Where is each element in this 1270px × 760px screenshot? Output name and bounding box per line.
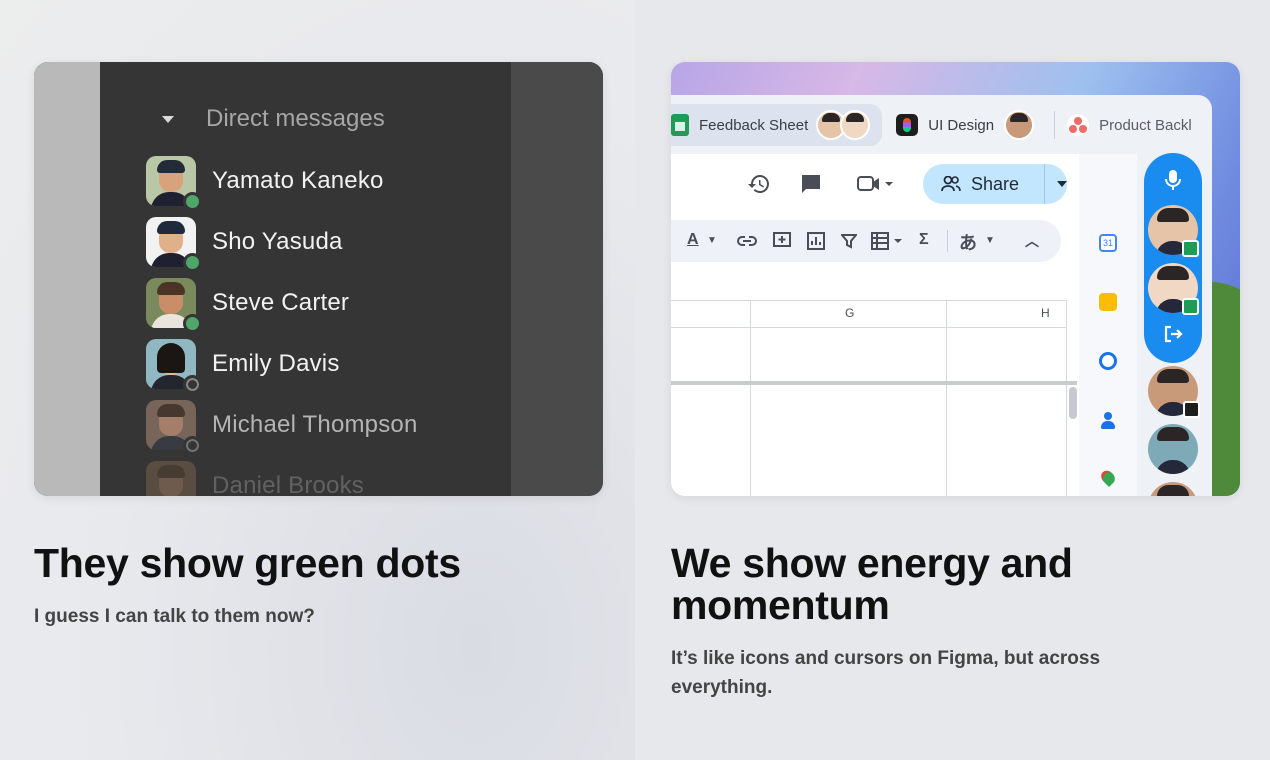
google-sheets-icon [671, 114, 689, 136]
keep-icon[interactable] [1099, 293, 1117, 311]
right-headline: We show energy and momentum [671, 540, 1073, 628]
collapse-toolbar-icon[interactable]: ︿ [1025, 231, 1039, 251]
caret-down-icon[interactable] [162, 115, 174, 123]
presence-bar [1144, 153, 1202, 363]
tab-product-backlog[interactable]: Product Backl [1063, 104, 1204, 146]
table-icon[interactable] [871, 232, 903, 250]
history-icon[interactable] [747, 172, 771, 196]
maps-icon[interactable] [1098, 467, 1118, 488]
column-g-label[interactable]: G [845, 306, 854, 320]
browser-window: Feedback Sheet UI Design Product Backl S… [671, 95, 1212, 496]
video-call-icon[interactable] [857, 174, 895, 194]
contact-name: Daniel Brooks [212, 471, 365, 497]
figma-badge-icon [1183, 401, 1200, 418]
contact-name: Michael Thompson [212, 410, 418, 438]
column-divider [1066, 300, 1067, 496]
direct-messages-header[interactable]: Direct messages [162, 104, 385, 134]
column-h-label[interactable]: H [1041, 306, 1050, 320]
functions-button[interactable]: Σ [919, 231, 929, 249]
comment-icon[interactable] [799, 172, 823, 196]
formatting-toolbar: A ▼ Σ あ ▼ ︿ [671, 220, 1061, 262]
dm-item-emily-davis[interactable]: Emily Davis [146, 333, 418, 394]
dm-item-michael-thompson[interactable]: Michael Thompson [146, 394, 418, 455]
left-gutter [34, 62, 100, 496]
avatar [146, 399, 202, 455]
spreadsheet-document: Share A ▼ Σ あ ▼ ︿ G H 31 [671, 154, 1137, 496]
asana-icon [1067, 114, 1090, 136]
contact-name: Steve Carter [212, 288, 350, 316]
tab-feedback-sheet[interactable]: Feedback Sheet [671, 104, 883, 146]
tab-label: UI Design [928, 116, 995, 134]
contacts-icon[interactable] [1099, 411, 1117, 429]
add-comment-icon[interactable] [773, 232, 791, 250]
input-tools-button[interactable]: あ [959, 229, 977, 255]
google-sheets-card: Feedback Sheet UI Design Product Backl S… [671, 62, 1240, 496]
column-divider [946, 300, 947, 496]
link-icon[interactable] [737, 234, 757, 248]
direct-messages-title: Direct messages [206, 105, 385, 132]
avatar [146, 216, 202, 272]
google-sheets-badge-icon [1182, 298, 1199, 315]
input-tools-caret-icon[interactable]: ▼ [985, 235, 995, 246]
tab-label: Feedback Sheet [699, 116, 809, 134]
offline-status-dot [183, 435, 202, 455]
right-subtext: It’s like icons and cursors on Figma, bu… [671, 648, 1101, 698]
right-gutter [511, 62, 603, 496]
contact-name: Sho Yasuda [212, 227, 343, 255]
text-color-button[interactable]: A [687, 231, 699, 249]
microphone-icon[interactable] [1164, 169, 1182, 191]
avatar-image [146, 460, 196, 496]
contact-name: Emily Davis [212, 349, 340, 377]
leave-icon[interactable] [1163, 325, 1183, 343]
tab-bar: Feedback Sheet UI Design Product Backl [671, 104, 1204, 146]
presence-avatar[interactable] [1148, 424, 1198, 474]
share-main[interactable]: Share [923, 164, 1045, 204]
dm-item-sho-yasuda[interactable]: Sho Yasuda [146, 211, 418, 272]
side-panel-rail: 31 [1079, 154, 1137, 496]
online-status-dot [183, 252, 202, 272]
online-status-dot [183, 313, 202, 333]
online-status-dot [183, 191, 202, 211]
left-headline: They show green dots [34, 540, 461, 586]
dm-list: Yamato Kaneko Sho Yasuda Steve Carter Em… [146, 150, 418, 496]
people-icon [941, 176, 961, 192]
avatar [146, 155, 202, 211]
tab-label: Product Backl [1099, 116, 1192, 134]
collaborator-avatar [840, 110, 871, 140]
google-sheets-badge-icon [1182, 240, 1199, 257]
calendar-icon[interactable]: 31 [1099, 234, 1117, 252]
avatar [146, 277, 202, 333]
share-button[interactable]: Share [923, 164, 1067, 204]
filter-icon[interactable] [841, 233, 857, 249]
dm-item-daniel-brooks[interactable]: Daniel Brooks [146, 455, 418, 496]
collaborator-avatar [1004, 110, 1035, 140]
frozen-row-divider[interactable] [671, 381, 1077, 385]
avatar [146, 460, 196, 496]
avatar [146, 338, 202, 394]
contact-name: Yamato Kaneko [212, 166, 384, 194]
text-color-caret-icon[interactable]: ▼ [707, 235, 717, 246]
tab-divider [1054, 111, 1056, 139]
tasks-icon[interactable] [1099, 352, 1117, 370]
share-dropdown-icon[interactable] [1057, 181, 1067, 187]
dm-item-steve-carter[interactable]: Steve Carter [146, 272, 418, 333]
left-subtext: I guess I can talk to them now? [34, 606, 315, 627]
slack-sidebar-card: Direct messages Yamato Kaneko Sho Yasuda… [34, 62, 603, 496]
column-divider [750, 300, 751, 496]
dm-item-yamato-kaneko[interactable]: Yamato Kaneko [146, 150, 418, 211]
toolbar-divider [947, 230, 948, 252]
tab-ui-design[interactable]: UI Design [882, 104, 1046, 146]
figma-icon [896, 114, 919, 136]
share-label: Share [971, 173, 1020, 194]
vertical-scrollbar[interactable] [1069, 387, 1077, 419]
column-header-row: G H [671, 300, 1067, 328]
offline-status-dot [183, 374, 202, 394]
insert-chart-icon[interactable] [807, 232, 825, 250]
